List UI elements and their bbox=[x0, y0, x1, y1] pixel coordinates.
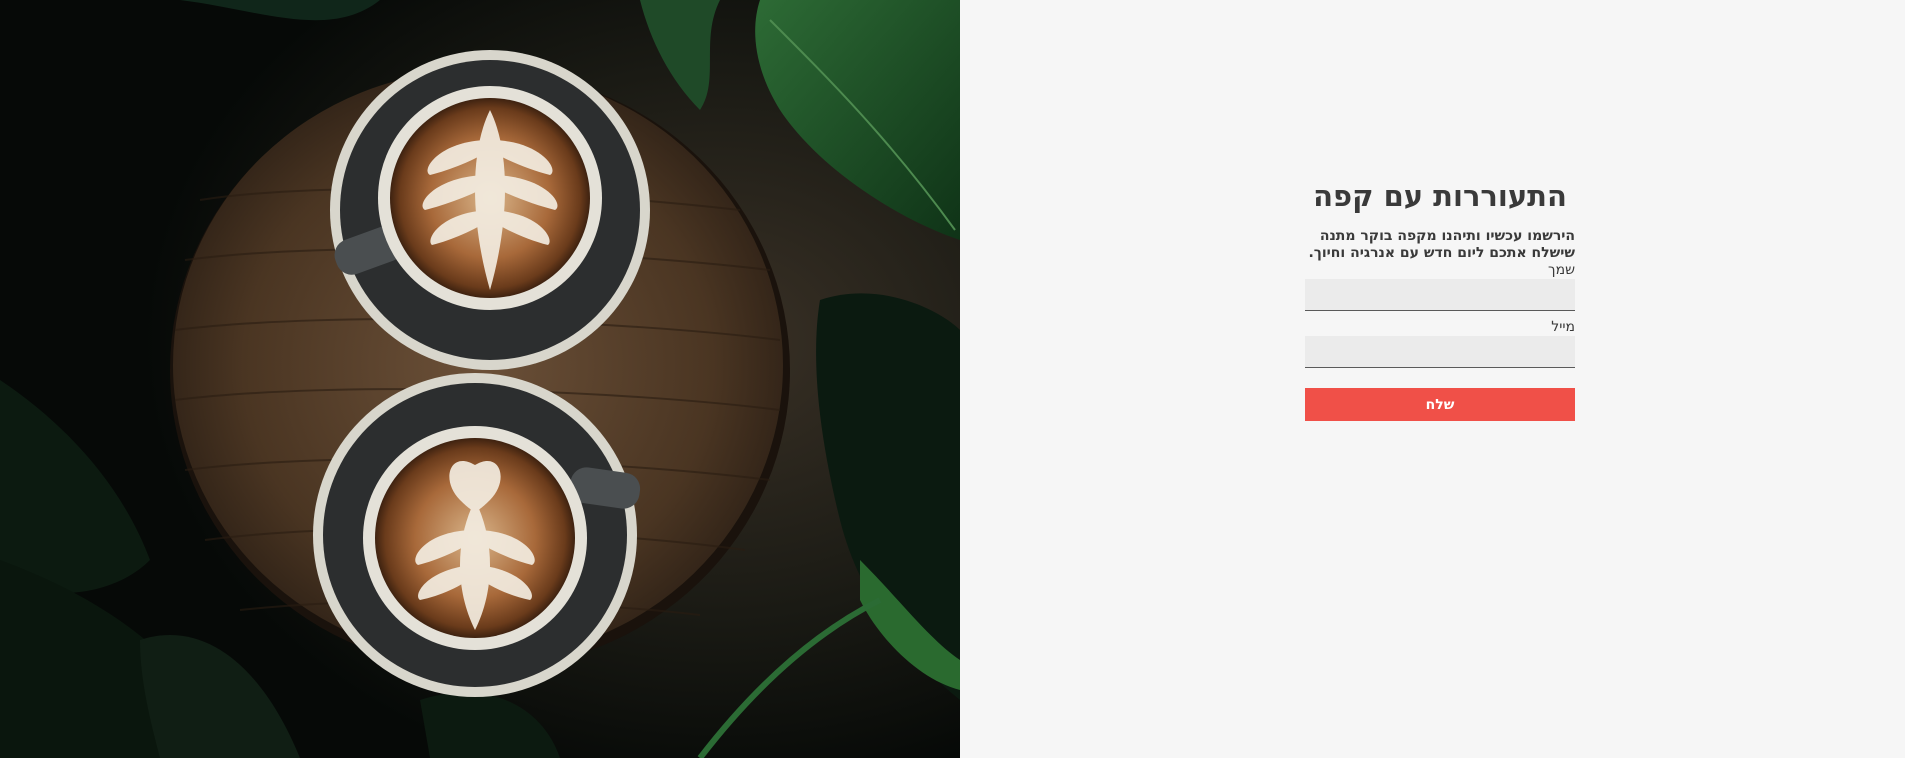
signup-panel: התעוררות עם קפה הירשמו עכשיו ותיהנו מקפה… bbox=[960, 0, 1905, 758]
name-label: שמך bbox=[1548, 262, 1575, 278]
name-input[interactable] bbox=[1305, 279, 1575, 311]
submit-button[interactable]: שלח bbox=[1305, 388, 1575, 421]
email-label: מייל bbox=[1551, 319, 1575, 335]
signup-page: התעוררות עם קפה הירשמו עכשיו ותיהנו מקפה… bbox=[0, 0, 1905, 758]
coffee-cups-photo bbox=[0, 0, 960, 758]
top-coffee-cup bbox=[330, 50, 650, 370]
form-title: התעוררות עם קפה bbox=[1313, 179, 1567, 213]
signup-form: התעוררות עם קפה הירשמו עכשיו ותיהנו מקפה… bbox=[1305, 176, 1575, 421]
form-subtitle: הירשמו עכשיו ותיהנו מקפה בוקר מתנה שישלח… bbox=[1308, 228, 1575, 261]
email-input[interactable] bbox=[1305, 336, 1575, 368]
